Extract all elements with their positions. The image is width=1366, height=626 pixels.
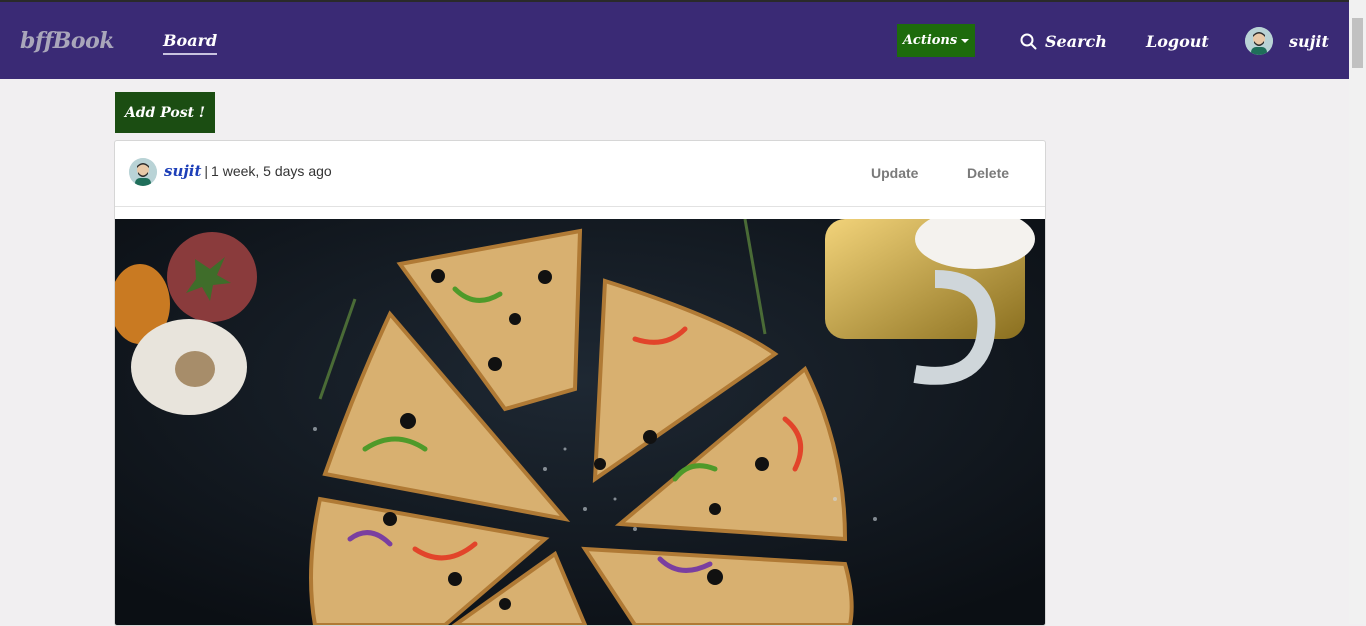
page-scrollbar[interactable] — [1349, 0, 1366, 624]
navbar: bffBook Board Actions Search Logout suji… — [0, 2, 1349, 79]
avatar[interactable] — [129, 158, 157, 186]
post-meta: sujit | 1 week, 5 days ago — [164, 162, 332, 180]
nav-search-link[interactable]: Search — [1020, 32, 1107, 51]
add-post-button[interactable]: Add Post ! — [115, 92, 215, 133]
post-author-link[interactable]: sujit — [164, 162, 201, 180]
post-header: sujit | 1 week, 5 days ago Update Delete — [115, 141, 1045, 207]
actions-label: Actions — [902, 33, 958, 48]
nav-board-link[interactable]: Board — [163, 31, 218, 55]
post-timestamp: 1 week, 5 days ago — [211, 163, 332, 179]
search-label: Search — [1045, 32, 1107, 51]
post-card: sujit | 1 week, 5 days ago Update Delete — [114, 140, 1046, 626]
username-label: sujit — [1289, 31, 1329, 51]
post-meta-separator: | — [204, 163, 209, 179]
search-icon — [1020, 33, 1037, 50]
brand-logo[interactable]: bffBook — [20, 28, 115, 54]
update-post-button[interactable]: Update — [871, 165, 918, 181]
chevron-down-icon — [961, 38, 970, 43]
actions-dropdown-button[interactable]: Actions — [897, 24, 975, 57]
delete-post-button[interactable]: Delete — [967, 165, 1009, 181]
post-image-pizza — [115, 219, 1045, 625]
nav-logout-link[interactable]: Logout — [1146, 32, 1209, 51]
avatar — [1245, 27, 1273, 55]
scrollbar-thumb[interactable] — [1352, 18, 1363, 68]
nav-user-profile[interactable]: sujit — [1245, 27, 1329, 55]
